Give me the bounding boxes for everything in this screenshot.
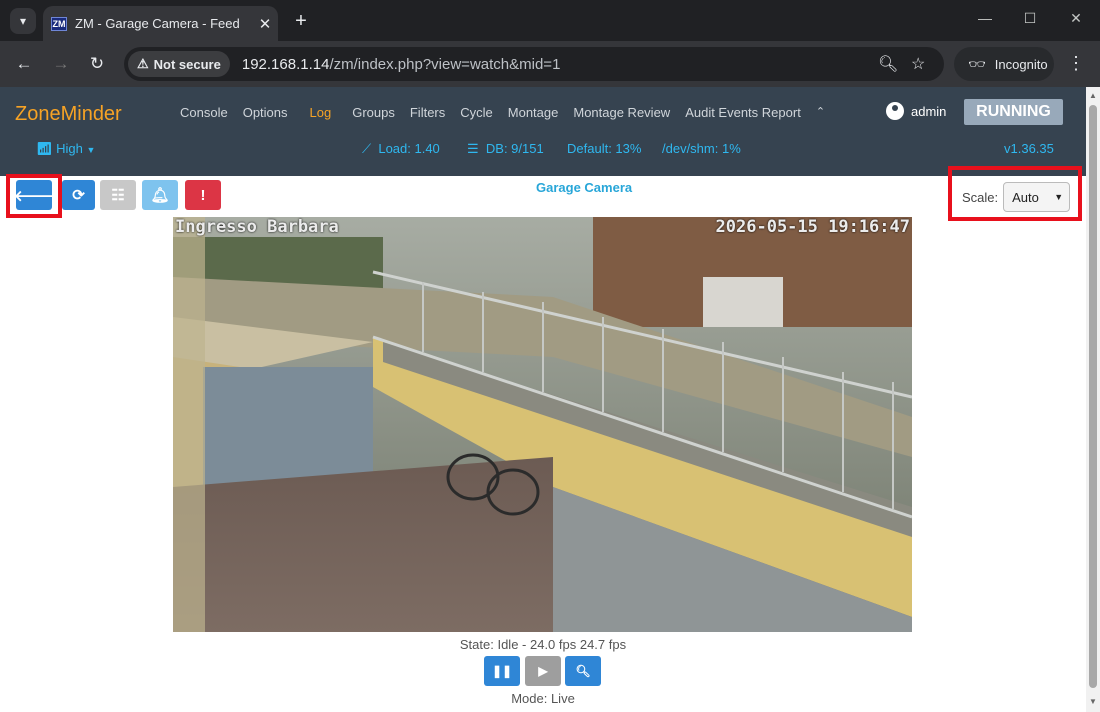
- close-window-icon[interactable]: ✕: [1066, 10, 1086, 27]
- back-arrow-icon[interactable]: ←: [12, 52, 36, 76]
- chevron-down-icon: ▼: [86, 145, 96, 155]
- camera-feed-image[interactable]: Ingresso Barbara 2026-05-15 19:16:47: [173, 217, 912, 632]
- scrollbar-thumb[interactable]: [1089, 105, 1097, 688]
- forward-arrow-icon[interactable]: →: [49, 52, 73, 76]
- zoom-button[interactable]: 🔍︎: [565, 656, 601, 686]
- incognito-badge[interactable]: 👓︎ Incognito: [954, 47, 1054, 81]
- database-icon: ☰: [467, 141, 479, 156]
- tab-search-chevron-icon[interactable]: ▾: [10, 8, 36, 34]
- exclamation-circle-icon: !: [200, 186, 206, 204]
- user-menu[interactable]: admin: [886, 102, 946, 120]
- tab-title: ZM - Garage Camera - Feed: [75, 16, 240, 31]
- user-avatar-icon: [886, 102, 904, 120]
- pause-button[interactable]: ❚❚: [484, 656, 520, 686]
- run-state-button[interactable]: RUNNING: [964, 99, 1063, 125]
- menu-options[interactable]: Options: [243, 105, 288, 120]
- main-menu: Console Options Log Groups Filters Cycle…: [180, 105, 840, 120]
- highlight-back-button: [6, 174, 62, 218]
- menu-groups[interactable]: Groups: [352, 105, 395, 120]
- maximize-icon[interactable]: ☐: [1020, 10, 1040, 27]
- menu-audit-events-report[interactable]: Audit Events Report: [685, 105, 801, 120]
- incognito-label: Incognito: [994, 56, 1048, 72]
- reload-icon[interactable]: ↻: [85, 52, 109, 76]
- minimize-icon[interactable]: —: [975, 10, 995, 26]
- zoom-magnifier-icon[interactable]: 🔍︎: [878, 54, 898, 74]
- load-value: Load: 1.40: [378, 141, 440, 156]
- url-text[interactable]: 192.168.1.14/zm/index.php?view=watch&mid…: [242, 56, 561, 73]
- monitor-mode-text: Mode: Live: [511, 691, 575, 706]
- monitor-state-text: State: Idle - 24.0 fps 24.7 fps: [459, 637, 627, 652]
- new-tab-plus-icon[interactable]: +: [288, 8, 314, 34]
- url-path: /zm/index.php?view=watch&mid=1: [329, 55, 561, 73]
- zm-navbar: ZoneMinder Console Options Log Groups Fi…: [0, 87, 1086, 176]
- osd-camera-label: Ingresso Barbara: [175, 217, 339, 237]
- not-secure-label: Not secure: [153, 56, 221, 72]
- monitor-name: Garage Camera: [536, 180, 633, 195]
- scroll-up-icon[interactable]: ▲: [1089, 91, 1097, 100]
- camera-scene: [173, 217, 912, 632]
- menu-console[interactable]: Console: [180, 105, 228, 120]
- version-label: v1.36.35: [1004, 141, 1054, 156]
- zoom-icon: 🔍︎: [575, 664, 591, 678]
- not-secure-chip[interactable]: ⚠ Not secure: [128, 51, 230, 77]
- load-stat: ⟋ Load: 1.40: [362, 141, 440, 157]
- address-bar[interactable]: ⚠ Not secure 192.168.1.14/zm/index.php?v…: [124, 47, 944, 81]
- bandwidth-selector[interactable]: 📶︎ High ▼: [36, 141, 95, 157]
- bandwidth-label: High: [56, 141, 83, 156]
- bookmark-star-icon[interactable]: ☆: [911, 54, 925, 74]
- osd-timestamp: 2026-05-15 19:16:47: [715, 217, 910, 237]
- username: admin: [911, 103, 947, 119]
- browser-menu-icon[interactable]: ⋮: [1067, 53, 1085, 74]
- browser-toolbar: ← → ↻ ⚠ Not secure 192.168.1.14/zm/index…: [0, 41, 1100, 87]
- url-host: 192.168.1.14: [241, 55, 330, 73]
- menu-log[interactable]: Log: [310, 105, 332, 120]
- sliders-icon: ☷: [111, 187, 125, 204]
- collapse-caret-icon[interactable]: ⌃: [816, 105, 825, 120]
- force-alarm-button[interactable]: !: [185, 180, 221, 210]
- default-storage-stat: Default: 13%: [567, 141, 642, 156]
- chart-line-icon: ⟋: [362, 141, 372, 156]
- play-button[interactable]: ▶: [525, 656, 561, 686]
- db-value: DB: 9/151: [485, 141, 544, 156]
- warning-triangle-icon: ⚠: [137, 56, 149, 71]
- menu-filters[interactable]: Filters: [410, 105, 445, 120]
- settings-button[interactable]: ☷: [100, 180, 136, 210]
- zoneminder-logo[interactable]: ZoneMinder: [15, 103, 122, 126]
- browser-tab[interactable]: ZM ZM - Garage Camera - Feed ✕: [43, 6, 278, 41]
- incognito-icon: 👓︎: [968, 55, 986, 72]
- alarm-bell-button[interactable]: 🔔︎: [142, 180, 178, 210]
- browser-tab-strip: ▾ ZM ZM - Garage Camera - Feed ✕ + — ☐ ✕: [0, 0, 1100, 41]
- pause-icon: ❚❚: [491, 664, 513, 678]
- refresh-icon: ⟳: [72, 187, 85, 204]
- menu-cycle[interactable]: Cycle: [460, 105, 493, 120]
- wifi-icon: 📶︎: [36, 141, 53, 156]
- menu-montage[interactable]: Montage: [508, 105, 559, 120]
- play-icon: ▶: [538, 664, 548, 678]
- watch-page: 🡐 ⟳ ☷ 🔔︎ ! Garage Camera Scale: Auto ▼ I…: [0, 166, 1086, 712]
- highlight-scale-control: [948, 166, 1082, 221]
- menu-montage-review[interactable]: Montage Review: [573, 105, 670, 120]
- refresh-button[interactable]: ⟳: [62, 180, 95, 210]
- zm-favicon-icon: ZM: [51, 16, 67, 31]
- bell-icon: 🔔︎: [150, 187, 170, 204]
- page-scrollbar[interactable]: ▲ ▼: [1086, 87, 1100, 712]
- tab-close-icon[interactable]: ✕: [252, 15, 278, 33]
- shm-stat: /dev/shm: 1%: [662, 141, 741, 156]
- scroll-down-icon[interactable]: ▼: [1089, 697, 1097, 706]
- db-stat: ☰ DB: 9/151: [467, 141, 544, 157]
